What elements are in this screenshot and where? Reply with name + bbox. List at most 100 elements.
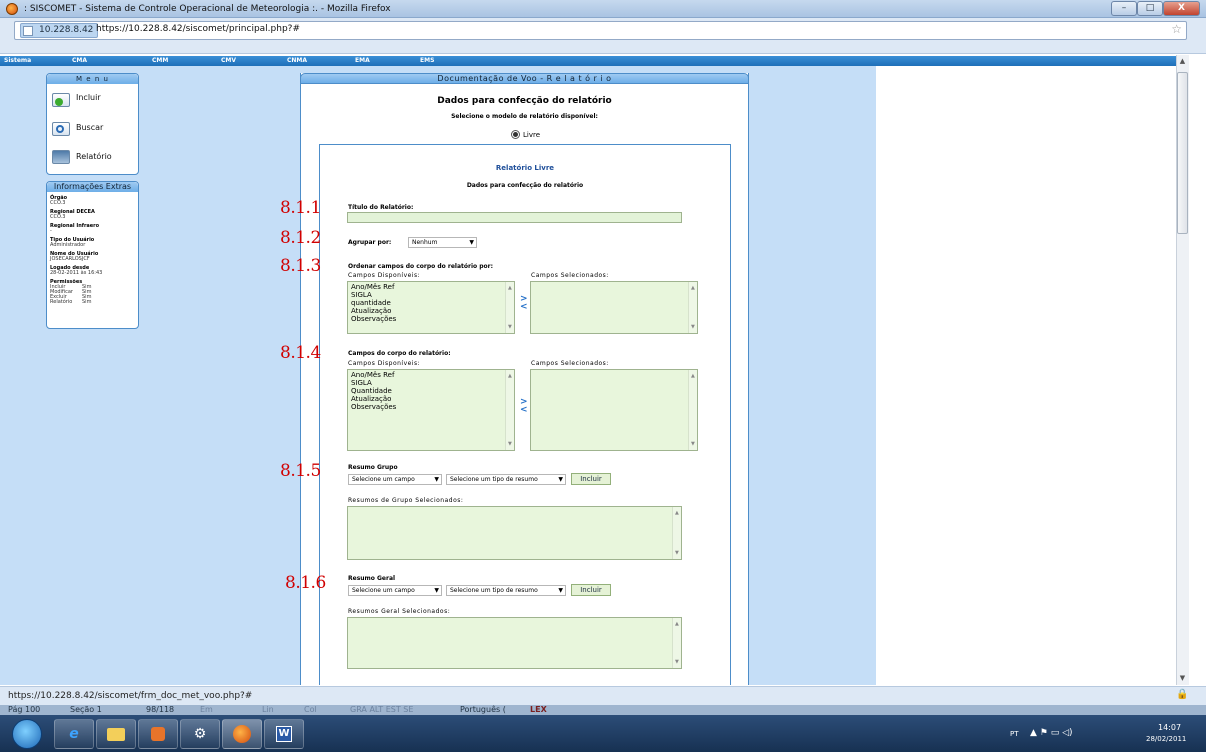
menu-ems[interactable]: EMS [420, 56, 434, 66]
word-count: 98/118 [146, 705, 175, 714]
firefox-taskbar-icon[interactable] [222, 719, 262, 749]
word-spell-icon: LEX [530, 705, 547, 714]
sidebar-item-relatorio[interactable]: Relatório [76, 152, 112, 161]
list-item[interactable]: SIGLA [351, 379, 511, 387]
window-title: : SISCOMET - Sistema de Controle Operaci… [24, 4, 391, 14]
list-scrollbar[interactable]: ▲ ▼ [672, 507, 681, 559]
page-heading: Dados para confecção do relatório [437, 96, 612, 106]
tipo-usuario-value: Administrador [50, 242, 86, 248]
campos-disponiveis-list[interactable]: Ano/Mês Ref SIGLA Quantidade Atualização… [347, 369, 515, 451]
list-item[interactable]: Atualização [351, 307, 511, 315]
list-scrollbar[interactable]: ▲ ▼ [505, 282, 514, 333]
list-item[interactable]: Observações [351, 315, 511, 323]
maximize-button[interactable]: □ [1137, 1, 1163, 16]
grupo-campo-select[interactable]: Selecione um campo ▼ [348, 474, 442, 485]
close-button[interactable]: X [1163, 1, 1200, 16]
menu-cmv[interactable]: CMV [221, 56, 236, 66]
radio-livre[interactable] [511, 130, 520, 139]
agrupar-select[interactable]: Nenhum ▼ [408, 237, 477, 248]
tray-language[interactable]: PT [1010, 730, 1019, 738]
geral-tipo-select[interactable]: Selecione um tipo de resumo ▼ [446, 585, 566, 596]
list-item[interactable]: Observações [351, 403, 511, 411]
media-player-taskbar-icon[interactable] [138, 719, 178, 749]
disponiveis-label-2: Campos Disponíveis: [348, 360, 421, 367]
top-menu-bar [0, 56, 1180, 66]
chevron-down-icon: ▼ [558, 476, 563, 483]
list-item[interactable]: Atualização [351, 395, 511, 403]
scroll-down-icon[interactable]: ▼ [1177, 673, 1188, 684]
campos-selecionados-list[interactable]: ▲ ▼ [530, 369, 698, 451]
word-section: Seção 1 [70, 705, 102, 714]
chevron-down-icon: ▼ [469, 239, 474, 246]
status-bar: https://10.228.8.42/siscomet/frm_doc_met… [0, 686, 1206, 705]
ie-taskbar-icon[interactable]: e [54, 719, 94, 749]
geral-campo-select[interactable]: Selecione um campo ▼ [348, 585, 442, 596]
menu-sistema[interactable]: Sistema [4, 56, 31, 66]
sidebar-item-buscar[interactable]: Buscar [76, 123, 103, 132]
inner-title: Relatório Livre [495, 164, 555, 172]
chevron-down-icon: ▼ [434, 587, 439, 594]
bookmark-star-icon[interactable]: ☆ [1171, 22, 1182, 36]
move-arrows-icon[interactable]: > < [520, 398, 528, 415]
menu-cmm[interactable]: CMM [152, 56, 168, 66]
titulo-input[interactable] [347, 212, 682, 223]
resumo-geral-label: Resumo Geral [348, 575, 396, 582]
ordenar-disponiveis-list[interactable]: Ano/Mês Ref SIGLA quantidade Atualização… [347, 281, 515, 334]
geral-tipo-value: Selecione um tipo de resumo [450, 587, 538, 594]
word-language: Português ( [460, 705, 506, 714]
move-arrows-icon[interactable]: > < [520, 295, 528, 312]
url-text[interactable]: https://10.228.8.42/siscomet/principal.p… [96, 24, 300, 34]
start-button[interactable] [12, 719, 42, 749]
grupo-tipo-value: Selecione um tipo de resumo [450, 476, 538, 483]
scroll-up-icon[interactable]: ▲ [1177, 56, 1188, 67]
list-item[interactable]: Ano/Mês Ref [351, 283, 511, 291]
tray-icons[interactable]: ▲ ⚑ ▭ ◁) [1030, 728, 1073, 738]
tools-taskbar-icon[interactable]: ⚙ [180, 719, 220, 749]
lock-icon: 🔒 [1176, 689, 1189, 700]
annotation-8-1-4: 8.1.4 [280, 343, 321, 363]
word-page: Pág 100 [8, 705, 41, 714]
tray-date[interactable]: 28/02/2011 [1146, 735, 1186, 743]
tray-time[interactable]: 14:07 [1158, 723, 1181, 732]
campos-label: Campos do corpo do relatório: [348, 350, 451, 357]
sidebar-item-incluir[interactable]: Incluir [76, 93, 101, 102]
word-col: Col [304, 705, 317, 714]
selecionados-label: Campos Selecionados: [531, 272, 609, 279]
geral-selecionados-list[interactable]: ▲ ▼ [347, 617, 682, 669]
add-icon[interactable] [52, 93, 70, 107]
list-item[interactable]: Ano/Mês Ref [351, 371, 511, 379]
list-scrollbar[interactable]: ▲ ▼ [688, 370, 697, 450]
list-item[interactable]: Quantidade [351, 387, 511, 395]
resumo-grupo-label: Resumo Grupo [348, 464, 398, 471]
select-model-label: Selecione o modelo de relatório disponív… [451, 113, 598, 120]
scroll-thumb[interactable] [1177, 72, 1188, 234]
geral-selecionados-label: Resumos Geral Selecionados: [348, 608, 451, 615]
word-taskbar-icon[interactable]: W [264, 719, 304, 749]
report-icon[interactable] [52, 150, 70, 164]
menu-ema[interactable]: EMA [355, 56, 370, 66]
orgao-value: CCO.3 [50, 200, 66, 206]
chevron-down-icon: ▼ [558, 587, 563, 594]
menu-cma[interactable]: CMA [72, 56, 87, 66]
ordenar-selecionados-list[interactable]: ▲ ▼ [530, 281, 698, 334]
list-scrollbar[interactable]: ▲ ▼ [672, 618, 681, 668]
list-scrollbar[interactable]: ▲ ▼ [688, 282, 697, 333]
folder-taskbar-icon[interactable] [96, 719, 136, 749]
list-scrollbar[interactable]: ▲ ▼ [505, 370, 514, 450]
word-em: Em [200, 705, 213, 714]
menu-cnma[interactable]: CNMA [287, 56, 307, 66]
incluir-grupo-button[interactable]: Incluir [571, 473, 611, 485]
minimize-button[interactable]: – [1111, 1, 1137, 16]
inner-subtitle: Dados para confecção do relatório [466, 182, 584, 189]
report-panel-header: Documentação de Voo - R e l a t ó r i o [300, 73, 749, 84]
search-icon[interactable] [52, 122, 70, 136]
grupo-tipo-select[interactable]: Selecione um tipo de resumo ▼ [446, 474, 566, 485]
info-extras-title: Informações Extras [47, 182, 138, 192]
word-status-bar [0, 705, 1206, 715]
incluir-geral-button[interactable]: Incluir [571, 584, 611, 596]
list-item[interactable]: quantidade [351, 299, 511, 307]
grupo-selecionados-list[interactable]: ▲ ▼ [347, 506, 682, 560]
annotation-8-1-1: 8.1.1 [280, 198, 321, 218]
list-item[interactable]: SIGLA [351, 291, 511, 299]
perm-row: Relatório Sim [50, 299, 92, 305]
